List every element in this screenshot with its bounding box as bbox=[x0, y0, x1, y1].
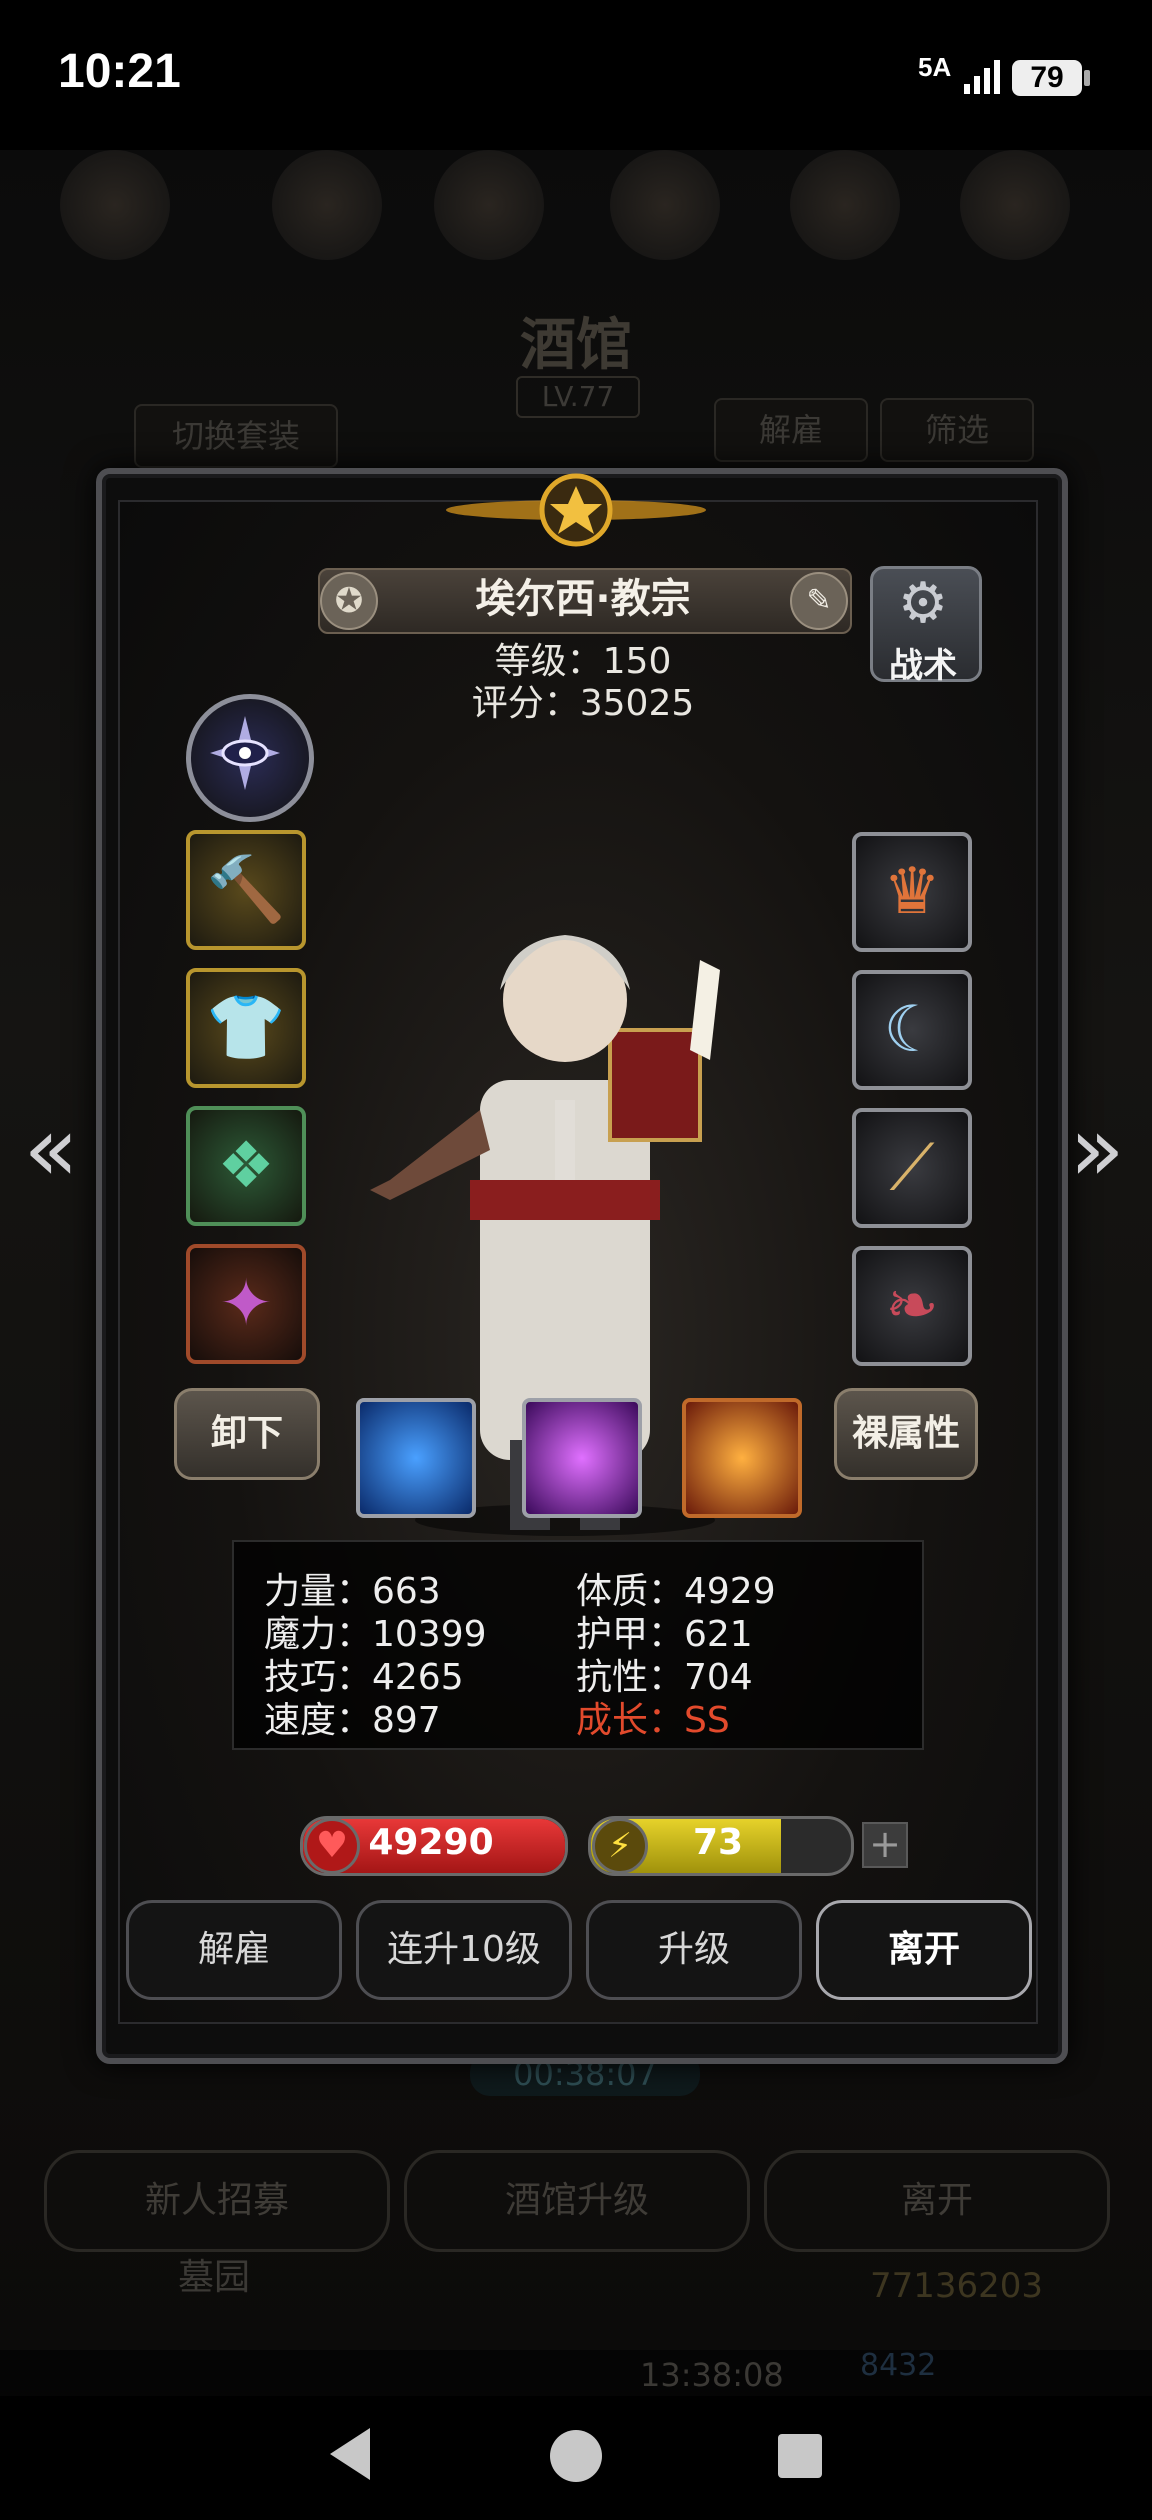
background-resource-icon bbox=[60, 150, 170, 260]
arcane-skill-icon[interactable] bbox=[522, 1398, 642, 1518]
background-cemetery-label: 墓园 bbox=[178, 2257, 251, 2298]
background-tavern-upgrade-button: 酒馆升级 bbox=[404, 2150, 750, 2252]
edit-name-icon[interactable]: ✎ bbox=[790, 572, 848, 630]
network-type: 5A bbox=[918, 52, 952, 82]
tactics-label: 战术 bbox=[889, 646, 957, 686]
relic-slot-icon[interactable]: ❧ bbox=[852, 1246, 972, 1366]
home-icon[interactable] bbox=[550, 2430, 602, 2482]
background-leave-button: 离开 bbox=[764, 2150, 1110, 2252]
background-resource-icon bbox=[960, 150, 1070, 260]
moon-slot-icon[interactable]: ☾ bbox=[852, 970, 972, 1090]
previous-hero-arrow-icon[interactable]: « bbox=[16, 1100, 86, 1200]
background-level: LV.77 bbox=[516, 376, 640, 418]
base-attributes-button[interactable]: 裸属性 bbox=[834, 1388, 978, 1480]
emblem-icon bbox=[446, 473, 706, 547]
signal-icon bbox=[964, 60, 1000, 94]
background-title: 酒馆 bbox=[520, 313, 632, 378]
dismiss-button[interactable]: 解雇 bbox=[126, 1900, 342, 2000]
level-up-10-button[interactable]: 连升10级 bbox=[356, 1900, 572, 2000]
background-resource-icon bbox=[790, 150, 900, 260]
background-new-recruit-button: 新人招募 bbox=[44, 2150, 390, 2252]
background-gold-amount: 77136203 bbox=[870, 2266, 1044, 2306]
badge-icon[interactable]: ✪ bbox=[320, 572, 378, 630]
add-energy-button[interactable]: + bbox=[862, 1822, 908, 1868]
lightning-skill-icon[interactable] bbox=[356, 1398, 476, 1518]
next-hero-arrow-icon[interactable]: » bbox=[1062, 1100, 1132, 1200]
accessory-slot-pendant-icon[interactable]: ❖ bbox=[186, 1106, 306, 1226]
gear-icon: ⚙ bbox=[897, 571, 949, 636]
background-gem-amount: 8432 bbox=[860, 2348, 937, 2383]
accessory-slot-necklace-icon[interactable]: ✦ bbox=[186, 1244, 306, 1364]
background-bottom-timer: 13:38:08 bbox=[640, 2356, 784, 2394]
level-up-button[interactable]: 升级 bbox=[586, 1900, 802, 2000]
battery-icon: 79 bbox=[1012, 60, 1090, 96]
background-resource-icon bbox=[610, 150, 720, 260]
back-icon[interactable] bbox=[330, 2428, 370, 2480]
background-filter-button: 筛选 bbox=[880, 398, 1034, 462]
status-time: 10:21 bbox=[58, 45, 181, 98]
background-dismiss-button: 解雇 bbox=[714, 398, 868, 462]
rune-slot-eye-icon[interactable] bbox=[186, 694, 314, 822]
crown-slot-icon[interactable]: ♛ bbox=[852, 832, 972, 952]
energy-value: 73 bbox=[692, 1822, 744, 1863]
stat-speed: 速度：897 bbox=[264, 1700, 441, 1741]
recent-apps-icon[interactable] bbox=[778, 2434, 822, 2478]
background-resource-icon bbox=[434, 150, 544, 260]
background-switch-outfit-button: 切换套装 bbox=[134, 404, 338, 468]
unequip-button[interactable]: 卸下 bbox=[174, 1388, 320, 1480]
hp-value: 49290 bbox=[368, 1822, 494, 1863]
armor-slot-chest-icon[interactable]: 👕 bbox=[186, 968, 306, 1088]
hero-name: 埃尔西·教宗 bbox=[475, 576, 691, 622]
thorn-branch-slot-icon[interactable]: ⟋ bbox=[852, 1108, 972, 1228]
weapon-slot-hammer-icon[interactable]: 🔨 bbox=[186, 830, 306, 950]
leave-button[interactable]: 离开 bbox=[816, 1900, 1032, 2000]
holy-cross-skill-icon[interactable] bbox=[682, 1398, 802, 1518]
stat-growth: 成长：SS bbox=[576, 1700, 730, 1741]
background-resource-icon bbox=[272, 150, 382, 260]
hero-score: 评分：35025 bbox=[471, 683, 695, 724]
